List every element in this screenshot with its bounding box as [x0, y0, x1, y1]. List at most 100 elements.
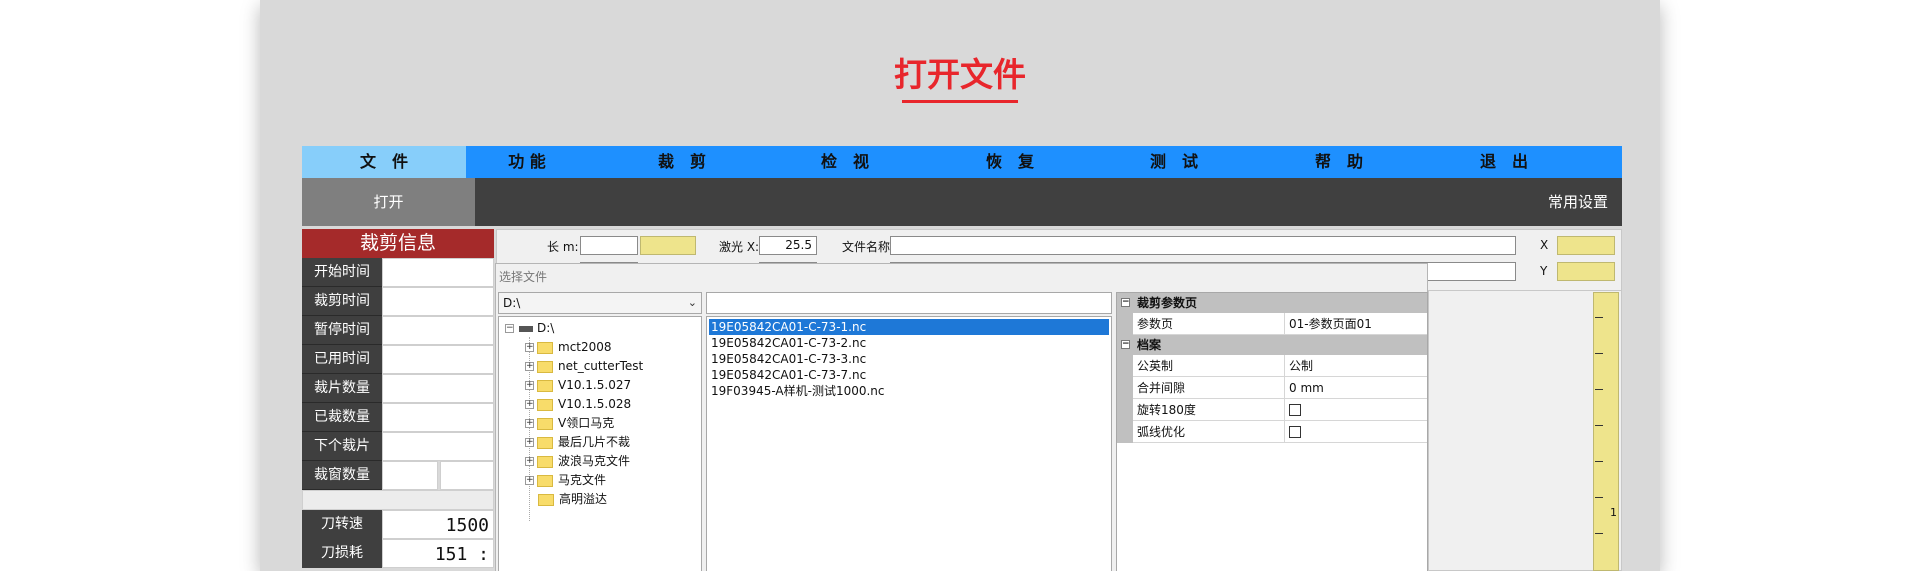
tree-item[interactable]: + mct2008: [525, 338, 612, 356]
property-category[interactable]: − 裁剪参数页: [1117, 293, 1427, 313]
common-settings-button[interactable]: 常用设置: [1548, 178, 1608, 226]
expand-icon[interactable]: +: [525, 400, 534, 409]
property-margin: [1117, 421, 1133, 443]
ruler-tick: [1595, 497, 1603, 498]
path-input[interactable]: [706, 292, 1112, 314]
folder-tree: − D:\ + mct2008 + net_cutterTest + V10.1.5.0…: [498, 316, 702, 571]
expand-icon[interactable]: +: [525, 343, 534, 352]
property-row[interactable]: 弧线优化: [1117, 421, 1427, 443]
tree-item-label: D:\: [537, 321, 555, 335]
property-category[interactable]: − 档案: [1117, 335, 1427, 355]
speed-label: 刀损耗: [302, 539, 382, 568]
property-value[interactable]: [1285, 421, 1427, 443]
menu-view[interactable]: 检 视: [800, 146, 890, 178]
speed-label: 刀转速: [302, 510, 382, 539]
dialog-title: 选择文件: [499, 270, 548, 284]
file-item[interactable]: 19E05842CA01-C-73-2.nc: [709, 335, 1109, 351]
expand-icon[interactable]: +: [525, 438, 534, 447]
menu-help[interactable]: 帮 助: [1294, 146, 1384, 178]
category-label: 裁剪参数页: [1137, 296, 1198, 310]
arc-optimize-checkbox[interactable]: [1289, 425, 1301, 438]
property-row[interactable]: 合并间隙 0 mm: [1117, 377, 1427, 399]
menu-exit[interactable]: 退 出: [1459, 146, 1549, 178]
info-value: [440, 461, 494, 490]
folder-icon: [537, 474, 553, 487]
menu-file[interactable]: 文 件: [302, 146, 466, 178]
tree-item[interactable]: + 马克文件: [525, 471, 606, 489]
tree-item-label: 高明溢达: [559, 492, 608, 506]
property-value[interactable]: 0 mm: [1285, 377, 1427, 399]
ruler-tick: [1595, 533, 1603, 534]
menu-restore[interactable]: 恢 复: [965, 146, 1055, 178]
drive-select[interactable]: D:\ ⌄: [498, 292, 702, 314]
ruler-tick: [1595, 317, 1603, 318]
property-name: 公英制: [1133, 355, 1285, 377]
ruler-label: 1: [1610, 506, 1617, 519]
property-value[interactable]: [1285, 399, 1427, 421]
expand-icon[interactable]: +: [525, 362, 534, 371]
expand-icon[interactable]: +: [525, 419, 534, 428]
select-file-dialog: 选择文件 D:\ ⌄ − D:\ + mct2008 + net_cutterTest…: [495, 263, 1428, 571]
y-readout: [1557, 262, 1615, 281]
info-label: 裁剪时间: [302, 287, 382, 316]
tree-item[interactable]: 高明溢达: [538, 490, 607, 508]
file-item[interactable]: 19F03945-A样机-测试1000.nc: [709, 383, 1109, 399]
tree-item[interactable]: + 波浪马克文件: [525, 452, 630, 470]
collapse-icon[interactable]: −: [1121, 340, 1130, 349]
collapse-icon[interactable]: −: [1121, 298, 1130, 307]
menu-test[interactable]: 测 试: [1129, 146, 1219, 178]
file-item[interactable]: 19E05842CA01-C-73-7.nc: [709, 367, 1109, 383]
tree-item-label: V10.1.5.028: [558, 397, 632, 411]
drive-icon: [519, 325, 533, 332]
tree-item[interactable]: + 最后几片不裁: [525, 433, 630, 451]
info-value: [382, 374, 494, 403]
property-name: 弧线优化: [1133, 421, 1285, 443]
speed-value: 151 : 2000: [382, 539, 494, 568]
vertical-ruler: 1: [1593, 292, 1619, 571]
property-row[interactable]: 旋转180度: [1117, 399, 1427, 421]
speed-rows: 刀转速 1500 刀损耗 151 : 2000: [302, 510, 494, 568]
collapse-icon[interactable]: −: [505, 324, 514, 333]
tree-item[interactable]: + V10.1.5.027: [525, 376, 631, 394]
info-value: [382, 461, 438, 490]
tree-item[interactable]: + V领口马克: [525, 414, 614, 432]
expand-icon[interactable]: +: [525, 476, 534, 485]
file-item[interactable]: 19E05842CA01-C-73-3.nc: [709, 351, 1109, 367]
chevron-down-icon[interactable]: ⌄: [688, 293, 697, 313]
property-margin: [1117, 355, 1133, 377]
info-row: 已裁数量: [302, 403, 494, 432]
speed-row: 刀转速 1500: [302, 510, 494, 539]
length-readout: [640, 236, 696, 255]
tree-item-label: V领口马克: [558, 416, 615, 430]
info-row: 裁片数量: [302, 374, 494, 403]
filename-label: 文件名称: [842, 240, 891, 254]
expand-icon[interactable]: +: [525, 381, 534, 390]
folder-icon: [537, 417, 553, 430]
menu-bar: 文 件 功 能 裁 剪 检 视 恢 复 测 试 帮 助 退 出: [302, 146, 1622, 178]
rotate-180-checkbox[interactable]: [1289, 403, 1301, 416]
filename-input[interactable]: [890, 236, 1516, 255]
expand-icon[interactable]: +: [525, 457, 534, 466]
property-row[interactable]: 公英制 公制: [1117, 355, 1427, 377]
ruler-tick: [1595, 425, 1603, 426]
property-value[interactable]: 公制: [1285, 355, 1427, 377]
open-button[interactable]: 打开: [302, 178, 475, 226]
property-row[interactable]: 参数页 01-参数页面01: [1117, 313, 1427, 335]
tree-item[interactable]: + net_cutterTest: [525, 357, 643, 375]
tree-item-label: net_cutterTest: [558, 359, 644, 373]
laser-x-input[interactable]: 25.5: [759, 236, 817, 255]
ruler-tick: [1595, 389, 1603, 390]
info-label: 开始时间: [302, 258, 382, 287]
file-item-selected[interactable]: 19E05842CA01-C-73-1.nc: [709, 319, 1109, 335]
info-row: 裁窗数量: [302, 461, 494, 490]
tree-item-root[interactable]: − D:\: [505, 319, 554, 337]
tree-item-label: 波浪马克文件: [558, 454, 631, 468]
length-input[interactable]: [580, 236, 638, 255]
menu-cut[interactable]: 裁 剪: [637, 146, 727, 178]
tree-item[interactable]: + V10.1.5.028: [525, 395, 631, 413]
info-row: 已用时间: [302, 345, 494, 374]
category-label: 档案: [1137, 338, 1162, 352]
menu-function[interactable]: 功 能: [482, 146, 572, 178]
folder-icon: [537, 360, 553, 373]
property-value[interactable]: 01-参数页面01: [1285, 313, 1427, 335]
